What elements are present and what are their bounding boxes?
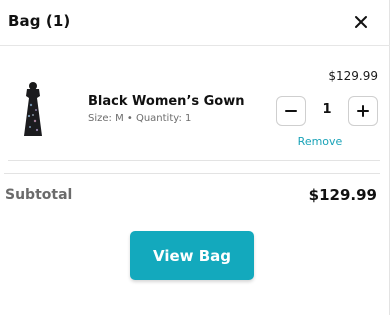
close-icon — [355, 16, 367, 28]
cart-drawer: Bag (1) Black Women’s Gown Size: M • Qua… — [0, 0, 390, 315]
close-button[interactable] — [350, 11, 372, 33]
item-name: Black Women’s Gown — [88, 94, 245, 109]
divider — [4, 173, 380, 174]
cart-header: Bag (1) — [0, 0, 390, 46]
item-meta: Size: M • Quantity: 1 — [88, 113, 192, 124]
increase-quantity-button[interactable] — [348, 96, 378, 126]
subtotal-label: Subtotal — [5, 187, 73, 203]
view-bag-button[interactable]: View Bag — [130, 231, 254, 280]
minus-icon — [285, 110, 297, 112]
subtotal-value: $129.99 — [308, 186, 377, 204]
cart-item: Black Women’s Gown Size: M • Quantity: 1… — [0, 46, 390, 160]
cart-title: Bag (1) — [8, 12, 71, 30]
item-price: $129.99 — [328, 69, 378, 83]
plus-icon — [357, 105, 369, 117]
decrease-quantity-button[interactable] — [276, 96, 306, 126]
quantity-value: 1 — [322, 102, 332, 117]
remove-link[interactable]: Remove — [296, 135, 344, 148]
black-gown-image — [24, 82, 42, 136]
divider — [8, 160, 380, 161]
